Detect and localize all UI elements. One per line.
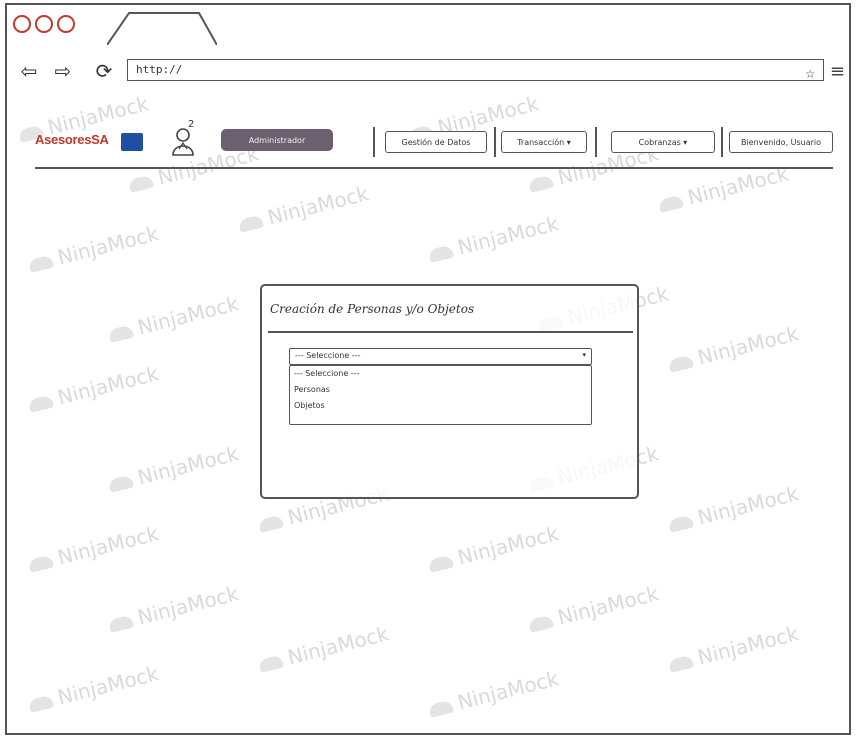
watermark: NinjaMock bbox=[26, 361, 161, 416]
watermark: NinjaMock bbox=[26, 661, 161, 716]
page-content: NinjaMock NinjaMock NinjaMock NinjaMock … bbox=[7, 97, 849, 733]
address-bar: ⇦ ⇨ ⟳ http:// ☆ ≡ bbox=[7, 45, 849, 99]
watermark: NinjaMock bbox=[236, 181, 371, 236]
user-icon[interactable]: 2 bbox=[170, 117, 202, 161]
browser-tab[interactable] bbox=[107, 11, 217, 45]
hamburger-icon[interactable]: ≡ bbox=[830, 61, 845, 82]
watermark: NinjaMock bbox=[106, 291, 241, 346]
watermark: NinjaMock bbox=[106, 441, 241, 496]
svg-text:2: 2 bbox=[188, 119, 194, 130]
option-objects[interactable]: Objetos bbox=[290, 398, 591, 414]
watermark: NinjaMock bbox=[656, 161, 791, 216]
right-arrow-icon[interactable]: ⇨ bbox=[51, 59, 75, 83]
data-management-button[interactable]: Gestión de Datos bbox=[385, 131, 487, 153]
admin-button[interactable]: Administrador bbox=[221, 129, 333, 151]
watermark: NinjaMock bbox=[106, 581, 241, 636]
option-select[interactable]: --- Seleccione --- bbox=[290, 366, 591, 382]
chevron-down-icon: ▾ bbox=[582, 351, 586, 359]
close-window-icon[interactable] bbox=[13, 15, 31, 33]
type-dropdown-list: --- Seleccione --- Personas Objetos bbox=[289, 365, 592, 425]
minimize-window-icon[interactable] bbox=[35, 15, 53, 33]
dialog-title: Creación de Personas y/o Objetos bbox=[270, 302, 475, 316]
collections-menu[interactable]: Cobranzas ▾ bbox=[611, 131, 715, 153]
watermark: NinjaMock bbox=[666, 621, 801, 676]
welcome-user-button[interactable]: Bienvenido, Usuario bbox=[729, 131, 833, 153]
company-logo[interactable]: AsesoresSA bbox=[35, 132, 145, 156]
watermark: NinjaMock bbox=[426, 211, 561, 266]
watermark: NinjaMock bbox=[666, 321, 801, 376]
select-value: --- Seleccione --- bbox=[295, 351, 361, 360]
create-dialog: Creación de Personas y/o Objetos --- Sel… bbox=[260, 284, 639, 499]
watermark: NinjaMock bbox=[426, 666, 561, 721]
divider bbox=[494, 127, 496, 157]
watermark: NinjaMock bbox=[26, 521, 161, 576]
watermark: NinjaMock bbox=[526, 581, 661, 636]
divider bbox=[595, 127, 597, 157]
left-arrow-icon[interactable]: ⇦ bbox=[17, 59, 41, 83]
shield-icon bbox=[121, 133, 143, 151]
watermark: NinjaMock bbox=[426, 521, 561, 576]
dialog-divider bbox=[268, 331, 633, 333]
title-bar bbox=[7, 5, 849, 47]
option-persons[interactable]: Personas bbox=[290, 382, 591, 398]
divider bbox=[373, 127, 375, 157]
maximize-window-icon[interactable] bbox=[57, 15, 75, 33]
header-divider bbox=[35, 167, 833, 169]
reload-icon[interactable]: ⟳ bbox=[92, 59, 116, 83]
url-text: http:// bbox=[136, 63, 183, 76]
watermark: NinjaMock bbox=[256, 621, 391, 676]
star-icon[interactable]: ☆ bbox=[805, 63, 815, 82]
watermark: NinjaMock bbox=[666, 481, 801, 536]
transactions-menu[interactable]: Transacción ▾ bbox=[501, 131, 587, 153]
browser-window: ⇦ ⇨ ⟳ http:// ☆ ≡ NinjaMock NinjaMock Ni… bbox=[5, 3, 851, 735]
url-input[interactable]: http:// ☆ bbox=[127, 59, 824, 82]
divider bbox=[721, 127, 723, 157]
watermark: NinjaMock bbox=[26, 221, 161, 276]
type-select[interactable]: --- Seleccione --- ▾ bbox=[289, 348, 592, 365]
